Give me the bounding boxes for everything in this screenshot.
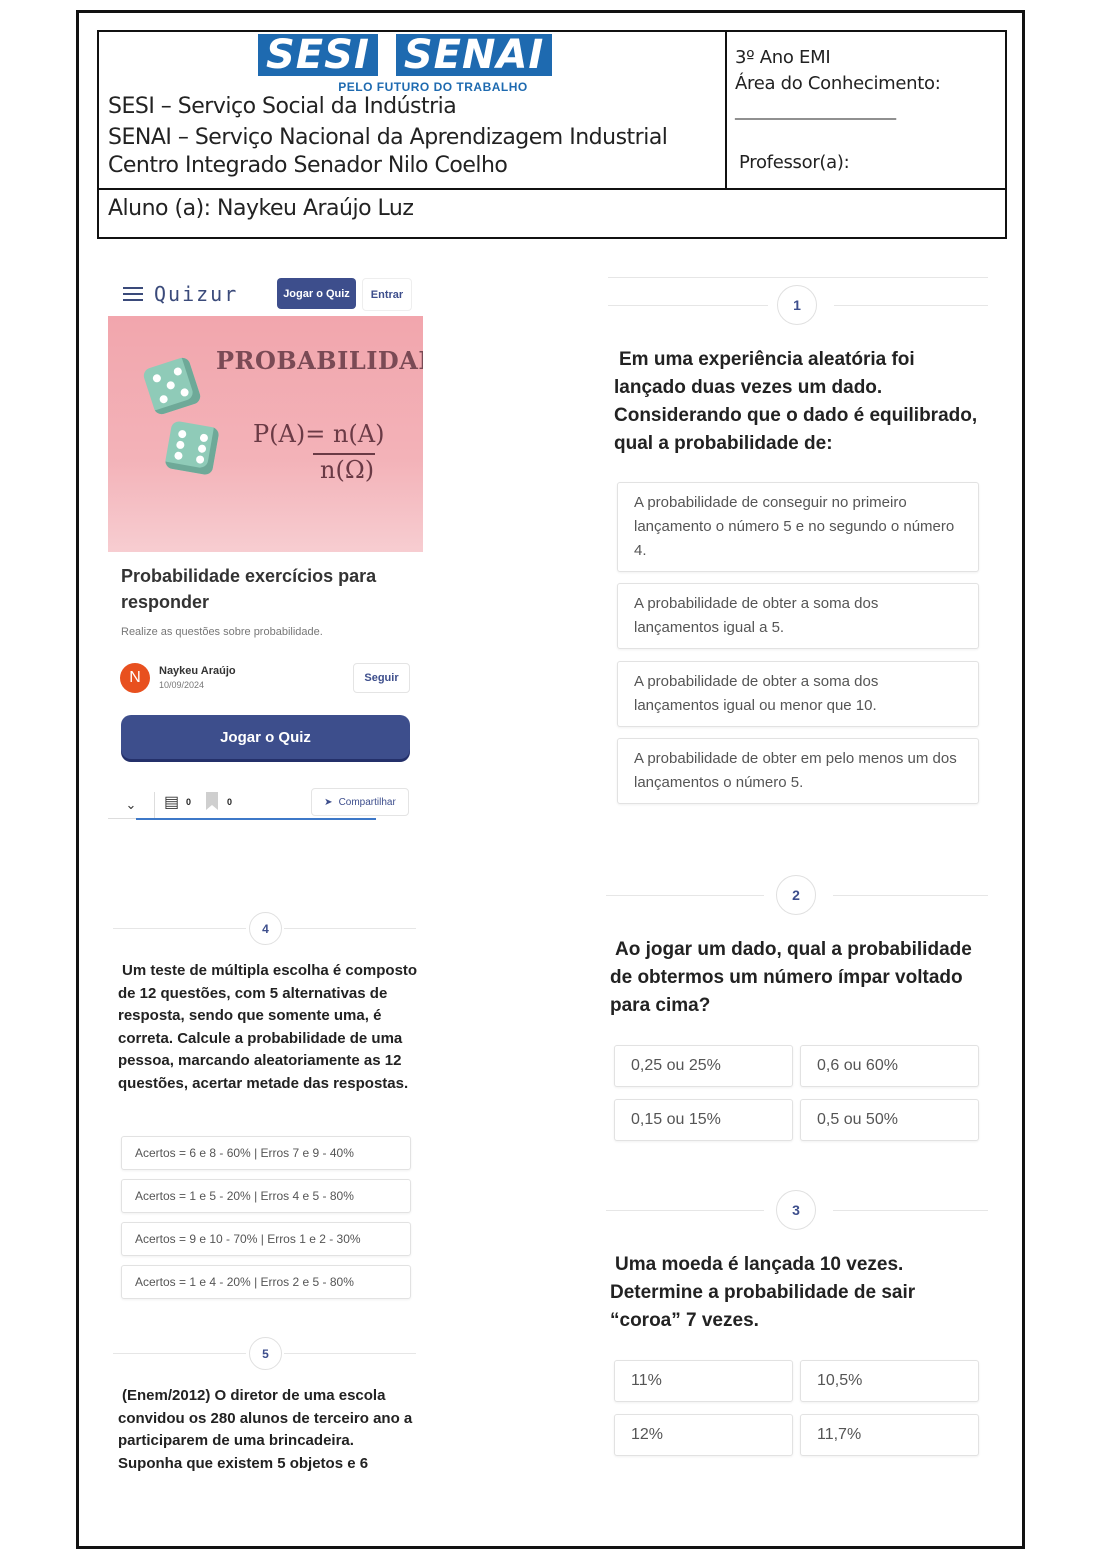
area-label: Área do Conhecimento: (735, 73, 941, 94)
dice-icon (141, 355, 203, 417)
answer-option[interactable]: 0,25 ou 25% (614, 1045, 793, 1087)
avatar[interactable]: N (120, 663, 150, 693)
answer-option[interactable]: 12% (614, 1414, 793, 1456)
question-number: 3 (776, 1190, 816, 1230)
question-text: Um teste de múltipla escolha é composto … (118, 962, 418, 1092)
divider (834, 305, 988, 306)
answer-option[interactable]: A probabilidade de obter a soma dos lanç… (617, 661, 979, 727)
institution-line: SESI – Serviço Social da Indústria (108, 94, 457, 119)
institution-line: SENAI – Serviço Nacional da Aprendizagem… (108, 125, 668, 150)
comment-icon[interactable]: ▤ (164, 792, 179, 812)
question-number: 1 (777, 285, 817, 325)
share-label: Compartilhar (338, 796, 396, 808)
grade-label: 3º Ano EMI (735, 47, 831, 68)
answer-option[interactable]: A probabilidade de obter a soma dos lanç… (617, 583, 979, 649)
quiz-description: Realize as questões sobre probabilidade. (121, 626, 323, 638)
header-divider (97, 188, 1007, 190)
divider (606, 1210, 764, 1211)
publish-date: 10/09/2024 (159, 680, 205, 690)
login-button[interactable]: Entrar (362, 278, 412, 311)
formula-denominator: n(Ω) (320, 456, 375, 484)
answer-option[interactable]: 0,6 ou 60% (800, 1045, 979, 1087)
divider (833, 1210, 988, 1211)
divider (608, 305, 768, 306)
divider (608, 277, 988, 278)
author-name[interactable]: Naykeu Araújo (159, 665, 236, 677)
question-text: Uma moeda é lançada 10 vezes. Determine … (610, 1254, 916, 1331)
follow-button[interactable]: Seguir (353, 663, 410, 693)
divider (606, 895, 764, 896)
quizur-logo[interactable]: Quizur (154, 282, 238, 306)
answer-option[interactable]: 10,5% (800, 1360, 979, 1402)
answer-option[interactable]: 11,7% (800, 1414, 979, 1456)
divider (284, 1353, 416, 1354)
cover-title: PROBABILIDADE (216, 346, 423, 375)
answer-option[interactable]: Acertos = 1 e 5 - 20% | Erros 4 e 5 - 80… (121, 1179, 411, 1213)
divider (284, 928, 416, 929)
question-text: Em uma experiência aleatória foi lançado… (614, 349, 978, 454)
divider (113, 928, 246, 929)
comment-count: 0 (186, 797, 192, 807)
question-number: 2 (776, 875, 816, 915)
bookmark-icon[interactable] (206, 792, 218, 810)
answer-option[interactable]: Acertos = 9 e 10 - 70% | Erros 1 e 2 - 3… (121, 1222, 411, 1256)
answer-option[interactable]: A probabilidade de conseguir no primeiro… (617, 482, 979, 572)
answer-option[interactable]: Acertos = 6 e 8 - 60% | Erros 7 e 9 - 40… (121, 1136, 411, 1170)
student-name: Aluno (a): Naykeu Araújo Luz (108, 196, 414, 221)
share-button[interactable]: ➤ Compartilhar (311, 788, 409, 816)
answer-option[interactable]: 0,5 ou 50% (800, 1099, 979, 1141)
formula-numerator: P(A)= n(A) (253, 420, 385, 448)
divider (833, 895, 988, 896)
question-number: 5 (249, 1337, 282, 1370)
question-text: (Enem/2012) O diretor de uma escola conv… (118, 1387, 413, 1472)
fraction-bar (313, 453, 375, 455)
answer-option[interactable]: A probabilidade de obter em pelo menos u… (617, 738, 979, 804)
answer-option[interactable]: 11% (614, 1360, 793, 1402)
answer-option[interactable]: 0,15 ou 15% (614, 1099, 793, 1141)
quizur-navbar: Quizur Jogar o Quiz Entrar (108, 276, 423, 316)
senai-logo: SENAI (395, 34, 553, 76)
menu-icon[interactable] (123, 287, 143, 305)
sesi-logo: SESI (258, 34, 378, 76)
quiz-action-bar: ⌄ ▤ 0 0 ➤ Compartilhar (108, 788, 423, 820)
area-blank: ________________________ (735, 104, 896, 120)
logo-tagline: PELO FUTURO DO TRABALHO (338, 80, 528, 94)
question-number: 4 (249, 912, 282, 945)
question-text: Ao jogar um dado, qual a probabilidade d… (610, 939, 972, 1016)
progress-bar (136, 818, 376, 820)
quiz-cover-image: PROBABILIDADE P(A)= n(A) n(Ω) (108, 316, 423, 552)
header-divider (725, 30, 727, 190)
divider (113, 1353, 246, 1354)
play-quiz-button[interactable]: Jogar o Quiz (277, 278, 356, 309)
answer-option[interactable]: Acertos = 1 e 4 - 20% | Erros 2 e 5 - 80… (121, 1265, 411, 1299)
send-icon: ➤ (324, 796, 333, 808)
play-quiz-main-button[interactable]: Jogar o Quiz (121, 715, 410, 759)
quiz-title: Probabilidade exercícios para responder (121, 566, 377, 612)
chevron-down-icon[interactable]: ⌄ (108, 792, 155, 819)
bookmark-count: 0 (227, 797, 233, 807)
teacher-label: Professor(a): (739, 152, 850, 173)
institution-line: Centro Integrado Senador Nilo Coelho (108, 153, 508, 178)
sesi-senai-logo: SESI SENAI PELO FUTURO DO TRABALHO (258, 34, 568, 96)
dice-icon (164, 420, 220, 476)
